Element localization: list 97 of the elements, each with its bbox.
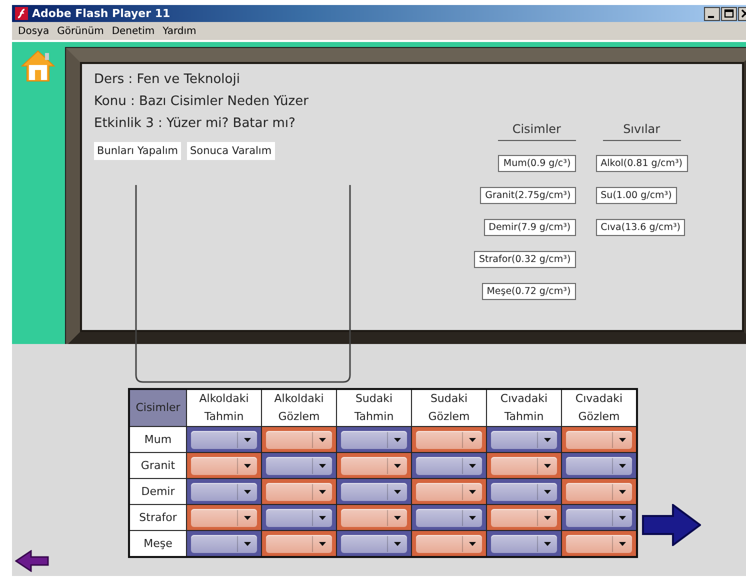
lesson-text: Konu : Bazı Cisimler Neden Yüzer xyxy=(94,93,310,111)
dropdown[interactable] xyxy=(416,456,482,474)
object-label: Mum(0.9 g/c³) xyxy=(498,155,576,172)
lesson-text: Etkinlik 3 : Yüzer mi? Batar mı? xyxy=(94,115,296,133)
window-title: Adobe Flash Player 11 xyxy=(32,7,172,20)
caret-icon xyxy=(394,516,401,520)
caret-icon xyxy=(544,542,551,546)
liquid-heading: Sıvılar xyxy=(602,122,681,141)
object-label: Demir(7.9 g/cm³) xyxy=(484,219,576,236)
dropdown[interactable] xyxy=(491,534,557,552)
object-label: Strafor(0.32 g/cm³) xyxy=(474,251,576,268)
liquid-label: Su(1.00 g/cm³) xyxy=(596,187,677,204)
row-label: Demir xyxy=(129,478,186,504)
caret-icon xyxy=(619,542,626,546)
caret-icon xyxy=(394,490,401,494)
liquid-label: Cıva(13.6 g/cm³) xyxy=(596,219,686,236)
caret-icon xyxy=(544,516,551,520)
dropdown[interactable] xyxy=(191,508,257,526)
dropdown[interactable] xyxy=(341,482,407,500)
caret-icon xyxy=(319,464,326,468)
caret-icon xyxy=(619,438,626,442)
section-button[interactable]: Bunları Yapalım xyxy=(94,142,182,160)
menu-item[interactable]: Görünüm xyxy=(53,26,108,36)
dropdown[interactable] xyxy=(341,534,407,552)
section-button[interactable]: Sonuca Varalım xyxy=(187,142,275,160)
object-heading: Cisimler xyxy=(498,122,576,141)
caret-icon xyxy=(244,542,251,546)
flash-logo-icon xyxy=(15,7,28,20)
row-label: Granit xyxy=(129,452,186,478)
dropdown[interactable] xyxy=(266,430,332,448)
dropdown[interactable] xyxy=(566,508,632,526)
dropdown[interactable] xyxy=(191,430,257,448)
caret-icon xyxy=(469,490,476,494)
dropdown[interactable] xyxy=(566,456,632,474)
dropdown[interactable] xyxy=(266,456,332,474)
dropdown[interactable] xyxy=(191,456,257,474)
caret-icon xyxy=(319,438,326,442)
dropdown[interactable] xyxy=(491,508,557,526)
caret-icon xyxy=(469,542,476,546)
caret-icon xyxy=(469,516,476,520)
back-arrow-icon[interactable] xyxy=(15,550,49,572)
caret-icon xyxy=(319,490,326,494)
column-header: Sudaki Tahmin xyxy=(336,389,412,426)
column-header: Alkoldaki Gözlem xyxy=(262,389,336,426)
dropdown[interactable] xyxy=(341,430,407,448)
dropdown[interactable] xyxy=(341,456,407,474)
caret-icon xyxy=(469,464,476,468)
caret-icon xyxy=(394,438,401,442)
row-label: Mum xyxy=(129,426,186,452)
liquid-label: Alkol(0.81 g/cm³) xyxy=(596,155,688,172)
dropdown[interactable] xyxy=(566,482,632,500)
dropdown[interactable] xyxy=(491,456,557,474)
dropdown[interactable] xyxy=(491,482,557,500)
caret-icon xyxy=(244,438,251,442)
dropdown[interactable] xyxy=(191,534,257,552)
caret-icon xyxy=(394,542,401,546)
caret-icon xyxy=(619,490,626,494)
home-icon[interactable] xyxy=(20,48,56,84)
dropdown[interactable] xyxy=(416,430,482,448)
caret-icon xyxy=(544,438,551,442)
dropdown[interactable] xyxy=(266,534,332,552)
object-label: Meşe(0.72 g/cm³) xyxy=(482,283,576,300)
lesson-text: Ders : Fen ve Teknoloji xyxy=(94,71,241,89)
dropdown[interactable] xyxy=(566,534,632,552)
caret-icon xyxy=(394,464,401,468)
caret-icon xyxy=(469,438,476,442)
column-header: Cıvadaki Gözlem xyxy=(562,389,637,426)
caret-icon xyxy=(244,464,251,468)
next-arrow-icon[interactable] xyxy=(641,504,701,546)
minimize-icon[interactable] xyxy=(704,6,720,20)
caret-icon xyxy=(544,464,551,468)
column-header: Cıvadaki Tahmin xyxy=(486,389,562,426)
column-header: Cisimler xyxy=(129,389,186,426)
dropdown[interactable] xyxy=(416,482,482,500)
caret-icon xyxy=(619,464,626,468)
dropdown[interactable] xyxy=(266,482,332,500)
caret-icon xyxy=(544,490,551,494)
column-header: Sudaki Gözlem xyxy=(412,389,486,426)
dropdown[interactable] xyxy=(566,430,632,448)
dropdown[interactable] xyxy=(416,534,482,552)
menu-item[interactable]: Denetim xyxy=(108,26,159,36)
caret-icon xyxy=(619,516,626,520)
object-label: Granit(2.75g/cm³) xyxy=(480,187,576,204)
dropdown[interactable] xyxy=(491,430,557,448)
menu-item[interactable]: Dosya xyxy=(14,26,54,36)
column-header: Alkoldaki Tahmin xyxy=(186,389,262,426)
caret-icon xyxy=(244,516,251,520)
dropdown[interactable] xyxy=(191,482,257,500)
dropdown[interactable] xyxy=(341,508,407,526)
caret-icon xyxy=(319,516,326,520)
caret-icon xyxy=(244,490,251,494)
caret-icon xyxy=(319,542,326,546)
dropdown[interactable] xyxy=(416,508,482,526)
menu-item[interactable]: Yardım xyxy=(158,26,200,36)
row-label: Meşe xyxy=(129,530,186,557)
row-label: Strafor xyxy=(129,504,186,530)
dropdown[interactable] xyxy=(266,508,332,526)
